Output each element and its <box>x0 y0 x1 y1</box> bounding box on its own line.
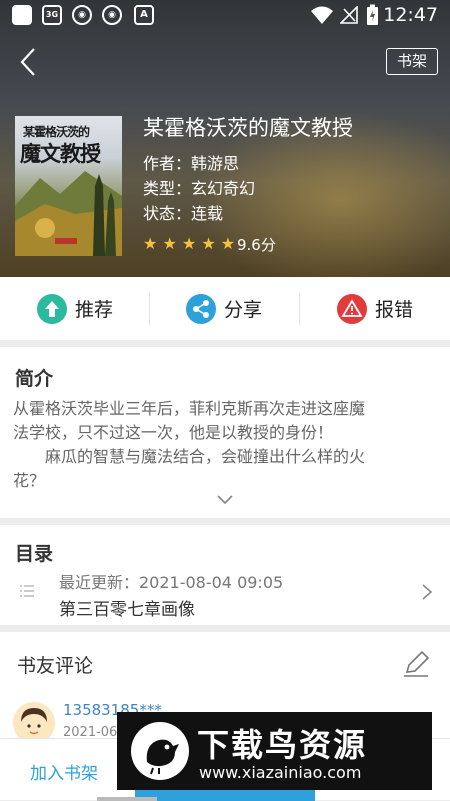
watermark-url: www.xiazainiao.com <box>199 763 362 782</box>
toc-recent-update: 最近更新：2021-08-04 09:05 <box>59 573 284 592</box>
intro-title: 简介 <box>15 368 54 390</box>
rating-stars: ★ ★ ★ ★ ★ <box>143 234 235 254</box>
add-to-shelf-button[interactable]: 加入书架 <box>30 759 98 784</box>
share-icon <box>186 293 216 324</box>
book-genre: 类型：玄幻奇幻 <box>143 179 256 198</box>
bookshelf-button[interactable]: 书架 <box>386 48 438 75</box>
star-icon: ★ <box>143 234 158 253</box>
battery-charging-icon <box>367 4 378 25</box>
book-header: 3G ◉ ◉ A 12:47 书架 某霍格沃茨的 魔文教授 某霍格沃茨的魔文教授… <box>0 0 450 277</box>
comments-title: 书友评论 <box>17 655 94 677</box>
recommend-label: 推荐 <box>75 299 114 321</box>
star-icon: ★ <box>220 234 236 253</box>
book-status: 状态：连载 <box>143 204 224 223</box>
wifi-icon <box>311 6 333 24</box>
intro-section: 简介 从霍格沃茨毕业三年后，菲利克斯再次走进这座魔 法学校，只不过这一次，他是以… <box>0 347 450 518</box>
report-error-label: 报错 <box>375 299 414 321</box>
divider <box>149 293 150 325</box>
bird-logo-icon <box>131 722 189 780</box>
pencil-icon[interactable] <box>402 650 430 678</box>
3g-icon: 3G <box>42 5 62 25</box>
book-title: 某霍格沃茨的魔文教授 <box>143 116 353 140</box>
action-bar: 推荐 分享 报错 <box>0 277 450 340</box>
status-time: 12:47 <box>383 4 438 26</box>
status-bar: 3G ◉ ◉ A 12:47 <box>0 0 450 30</box>
back-button[interactable] <box>14 44 44 80</box>
chevron-left-icon <box>20 48 35 76</box>
thumb-up-icon <box>37 293 67 324</box>
signal-off-icon <box>340 6 358 24</box>
star-icon: ★ <box>162 234 177 253</box>
intro-line: 法学校，只不过这一次，他是以教授的身份！ <box>13 423 334 442</box>
chevron-right-icon <box>422 584 433 600</box>
share-button[interactable]: 分享 <box>186 277 262 340</box>
divider <box>299 293 300 325</box>
recommend-button[interactable]: 推荐 <box>37 277 113 340</box>
intro-text: 从霍格沃茨毕业三年后，菲利克斯再次走进这座魔 法学校，只不过这一次，他是以教授的… <box>13 397 443 493</box>
chevron-down-icon[interactable] <box>216 493 234 505</box>
grey-pill <box>97 797 157 801</box>
app-icon <box>12 5 32 25</box>
list-icon <box>20 585 34 597</box>
toc-title: 目录 <box>15 543 54 565</box>
watermark-title: 下载鸟资源 <box>197 726 368 764</box>
book-cover[interactable]: 某霍格沃茨的 魔文教授 <box>15 116 122 256</box>
star-icon: ★ <box>181 234 197 253</box>
toc-latest-chapter: 第三百零七章画像 <box>59 600 195 620</box>
report-error-button[interactable]: 报错 <box>337 277 413 340</box>
font-icon: A <box>134 5 154 25</box>
intro-line: 麻瓜的智慧与魔法结合，会碰撞出什么样的火 <box>13 447 366 466</box>
cover-title-line2: 魔文教授 <box>20 141 101 166</box>
rating-score: 9.6分 <box>237 236 276 254</box>
book-author: 作者：韩游思 <box>143 154 240 173</box>
warning-icon <box>337 293 367 324</box>
watermark-banner: 下载鸟资源 www.xiazainiao.com <box>117 712 432 790</box>
shield-icon: ◉ <box>72 5 92 25</box>
intro-line: 从霍格沃茨毕业三年后，菲利克斯再次走进这座魔 <box>13 399 366 418</box>
shield-icon: ◉ <box>102 5 122 25</box>
intro-line: 花？ <box>13 471 46 490</box>
share-label: 分享 <box>224 299 263 321</box>
toc-section[interactable]: 目录 最近更新：2021-08-04 09:05 第三百零七章画像 <box>0 525 450 625</box>
star-icon: ★ <box>201 234 216 253</box>
